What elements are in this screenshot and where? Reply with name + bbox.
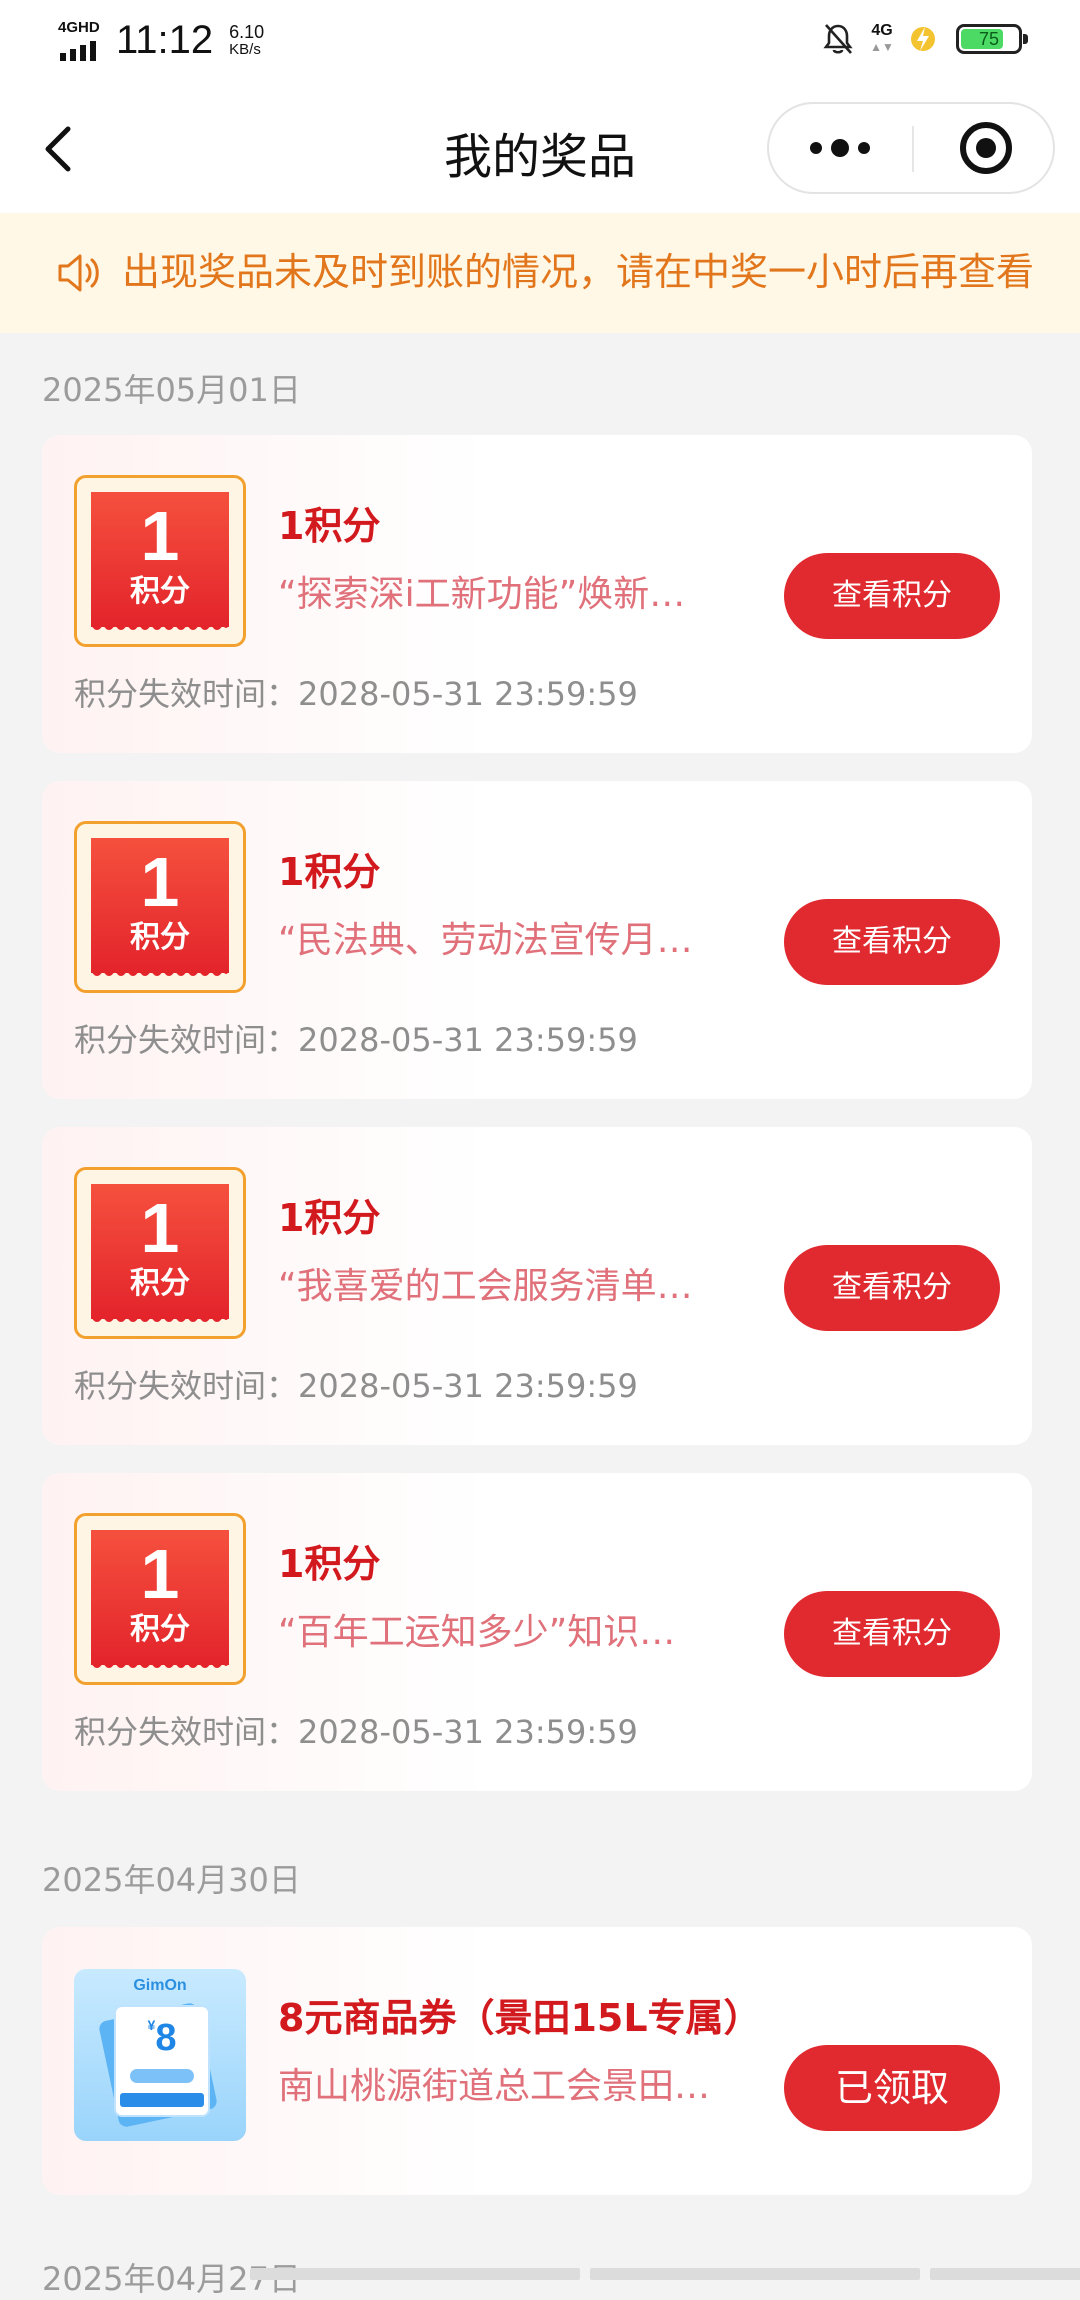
view-points-button[interactable]: 查看积分 bbox=[784, 1591, 1000, 1677]
prize-card: 1 积分 1积分 “民法典、劳动法宣传月… 积分失效时间：2028-05-31 … bbox=[42, 781, 1032, 1099]
more-dots-icon bbox=[810, 139, 870, 157]
prize-title: 1积分 bbox=[278, 1196, 381, 1240]
claimed-button[interactable]: 已领取 bbox=[784, 2045, 1000, 2131]
prize-expiry: 积分失效时间：2028-05-31 23:59:59 bbox=[74, 1021, 638, 1059]
voucher-card: GimOn ¥8 8元商品券（景田15L专属） 南山桃源街道总工会景田… 已领取 bbox=[42, 1927, 1032, 2195]
prize-card: 1 积分 1积分 “探索深i工新功能”焕新… 积分失效时间：2028-05-31… bbox=[42, 435, 1032, 753]
points-badge-icon: 1 积分 bbox=[74, 1513, 246, 1685]
badge-number: 1 bbox=[140, 497, 180, 575]
signal-icon: 4GHD bbox=[58, 19, 106, 63]
view-points-button[interactable]: 查看积分 bbox=[784, 899, 1000, 985]
speaker-icon bbox=[56, 251, 104, 295]
status-right: 4G ▲▼ 75 bbox=[822, 22, 1028, 56]
badge-number: 1 bbox=[140, 1189, 180, 1267]
section-date: 2025年04月30日 bbox=[42, 1861, 301, 1899]
prize-description: “民法典、劳动法宣传月… bbox=[278, 920, 693, 961]
prize-title: 1积分 bbox=[278, 850, 381, 894]
voucher-ticket-icon: ¥8 bbox=[114, 2005, 210, 2117]
target-close-icon bbox=[960, 122, 1012, 174]
section-date: 2025年05月01日 bbox=[42, 371, 301, 409]
points-badge-icon: 1 积分 bbox=[74, 821, 246, 993]
voucher-description: 南山桃源街道总工会景田… bbox=[278, 2066, 711, 2107]
bottom-placeholder-strip bbox=[250, 2268, 1080, 2280]
prize-card: 1 积分 1积分 “我喜爱的工会服务清单… 积分失效时间：2028-05-31 … bbox=[42, 1127, 1032, 1445]
prize-description: “百年工运知多少”知识… bbox=[278, 1612, 676, 1653]
network-speed-unit: KB/s bbox=[229, 40, 261, 58]
badge-number: 1 bbox=[140, 1535, 180, 1613]
prize-card: 1 积分 1积分 “百年工运知多少”知识… 积分失效时间：2028-05-31 … bbox=[42, 1473, 1032, 1791]
nav-bar: 我的奖品 bbox=[0, 85, 1080, 213]
prize-expiry: 积分失效时间：2028-05-31 23:59:59 bbox=[74, 1367, 638, 1405]
mute-bell-icon bbox=[822, 22, 854, 56]
prize-title: 1积分 bbox=[278, 1542, 381, 1586]
status-left: 4GHD 11:12 6.10 KB/s bbox=[58, 18, 264, 63]
badge-unit: 积分 bbox=[130, 1266, 190, 1301]
prize-expiry: 积分失效时间：2028-05-31 23:59:59 bbox=[74, 1713, 638, 1751]
prize-description: “我喜爱的工会服务清单… bbox=[278, 1266, 693, 1307]
badge-unit: 积分 bbox=[130, 920, 190, 955]
more-button[interactable] bbox=[769, 104, 912, 192]
badge-unit: 积分 bbox=[130, 574, 190, 609]
network-speed-value: 6.10 bbox=[229, 21, 265, 42]
battery-icon: 75 bbox=[956, 24, 1028, 54]
view-points-button[interactable]: 查看积分 bbox=[784, 1245, 1000, 1331]
network-type-label: 4GHD bbox=[58, 18, 100, 36]
voucher-title: 8元商品券（景田15L专属） bbox=[278, 1996, 762, 2040]
badge-number: 1 bbox=[140, 843, 180, 921]
notice-text: 出现奖品未及时到账的情况，请在中奖一小时后再查看 bbox=[122, 250, 1032, 294]
view-points-button[interactable]: 查看积分 bbox=[784, 553, 1000, 639]
clock: 11:12 bbox=[116, 18, 214, 62]
charging-icon bbox=[910, 22, 942, 56]
battery-level: 75 bbox=[978, 29, 1000, 49]
network-type-right: 4G ▲▼ bbox=[870, 22, 894, 55]
prize-title: 1积分 bbox=[278, 504, 381, 548]
miniprogram-capsule bbox=[767, 102, 1055, 194]
prize-description: “探索深i工新功能”焕新… bbox=[278, 574, 686, 615]
points-badge-icon: 1 积分 bbox=[74, 1167, 246, 1339]
points-badge-icon: 1 积分 bbox=[74, 475, 246, 647]
voucher-brand-logo: GimOn bbox=[133, 1977, 187, 1994]
close-miniprogram-button[interactable] bbox=[914, 104, 1055, 192]
voucher-image: GimOn ¥8 bbox=[74, 1969, 246, 2141]
network-speed: 6.10 KB/s bbox=[229, 23, 264, 59]
badge-unit: 积分 bbox=[130, 1612, 190, 1647]
notice-bar: 出现奖品未及时到账的情况，请在中奖一小时后再查看 bbox=[0, 213, 1080, 333]
status-bar: 4GHD 11:12 6.10 KB/s 4G ▲▼ 75 bbox=[0, 0, 1080, 85]
prize-expiry: 积分失效时间：2028-05-31 23:59:59 bbox=[74, 675, 638, 713]
